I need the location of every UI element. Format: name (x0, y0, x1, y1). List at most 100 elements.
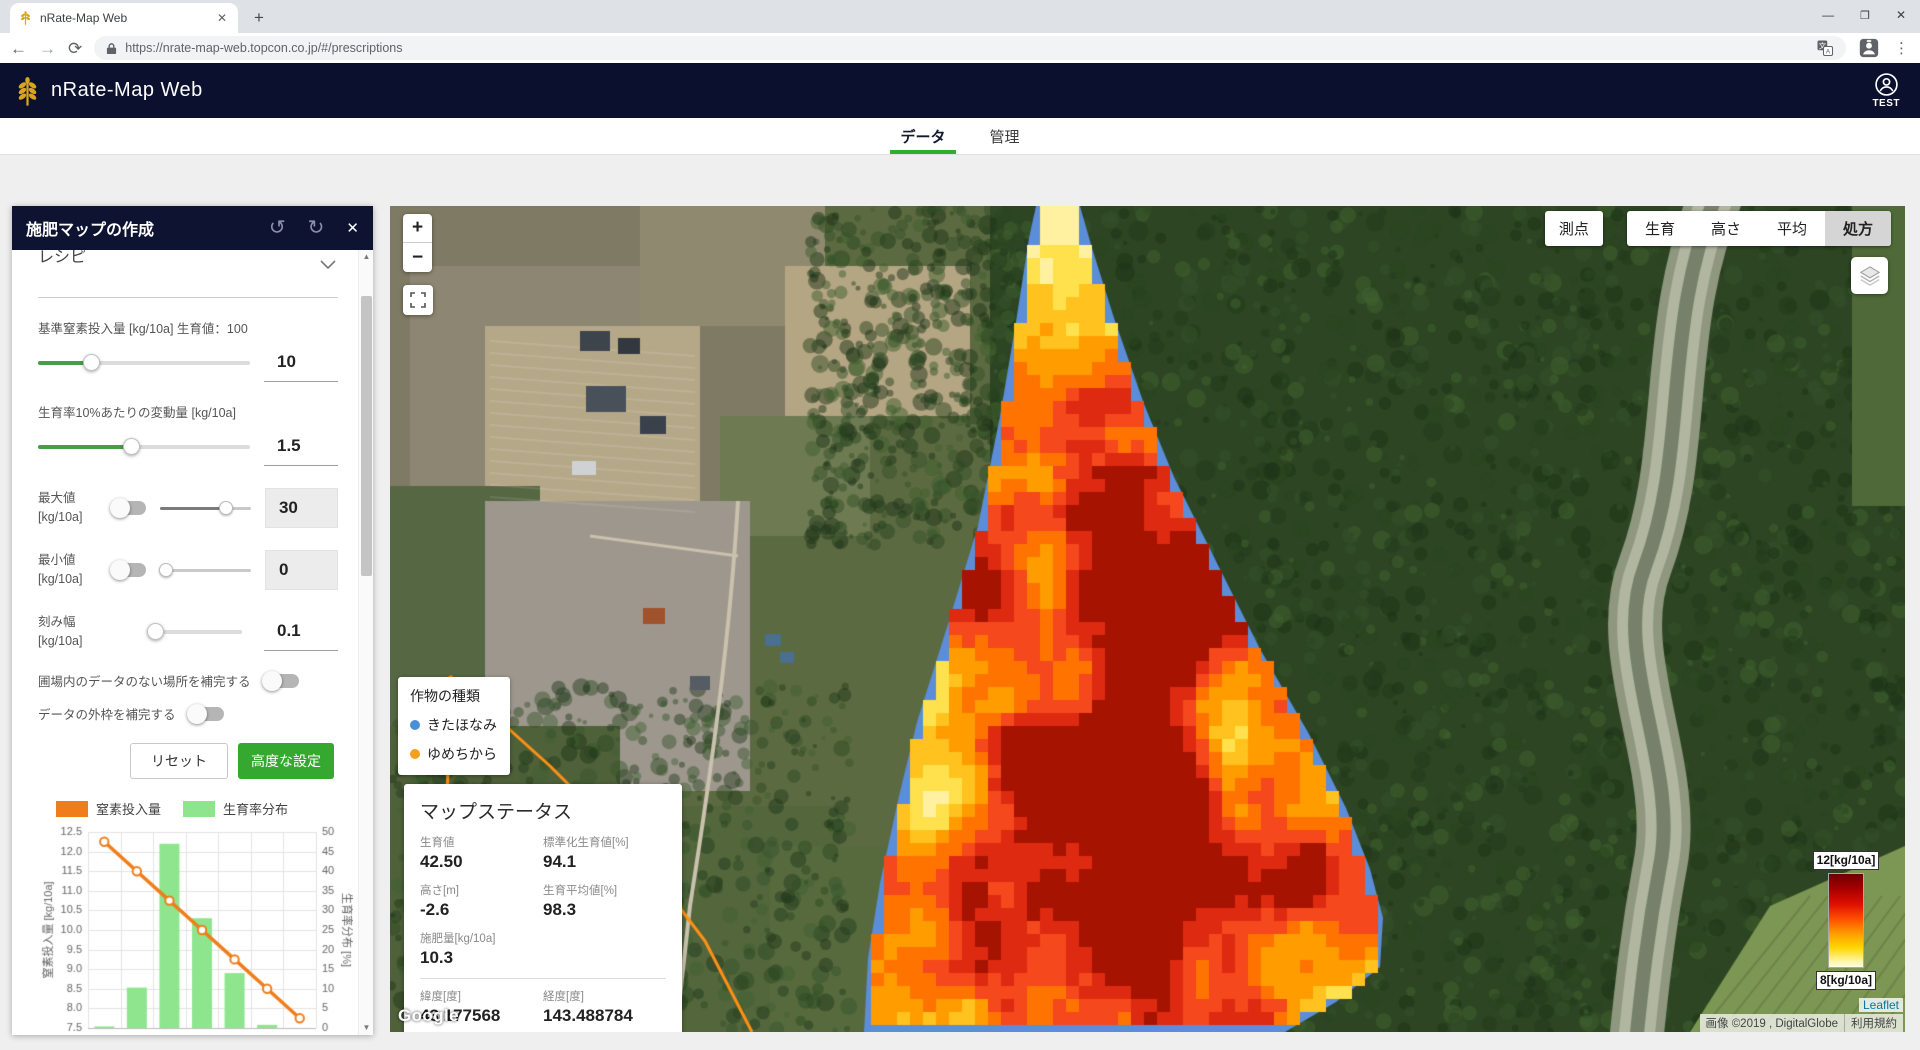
undo-icon[interactable]: ↺ (269, 218, 286, 238)
wheat-logo-icon (14, 76, 41, 106)
browser-actions: ⋮ (1858, 37, 1910, 59)
map-layer-switcher: 生育高さ平均処方 (1627, 211, 1891, 246)
scroll-down-icon[interactable]: ▼ (359, 1021, 373, 1035)
step-slider[interactable] (148, 630, 242, 634)
distribution-legend-swatch (183, 801, 215, 817)
step-value[interactable]: 0.1 (264, 612, 338, 651)
status-cell: 経度[度] 143.488784 (543, 988, 666, 1026)
panel-title: 施肥マップの作成 (26, 216, 247, 240)
crop-item-label: きたほなみ (427, 715, 497, 735)
min-label: 最小値[kg/10a] (38, 551, 99, 589)
redo-icon[interactable]: ↻ (308, 218, 325, 238)
forward-button[interactable]: → (39, 40, 56, 57)
window-controls: — ❐ ✕ (1822, 0, 1914, 30)
tab-admin[interactable]: 管理 (988, 118, 1022, 154)
status-label: 生育平均値[%] (543, 882, 666, 898)
profile-icon[interactable] (1858, 37, 1880, 59)
max-value: 30 (265, 488, 338, 528)
back-button[interactable]: ← (10, 40, 27, 57)
map-attribution: Leaflet 画像 ©2019 , DigitalGlobe 利用規約 (1700, 998, 1903, 1032)
mode-height-button[interactable]: 高さ (1693, 211, 1759, 246)
layers-button[interactable] (1851, 257, 1888, 294)
variation-value[interactable]: 1.5 (264, 427, 338, 466)
crop-item-label: ゆめちから (427, 744, 497, 764)
base-nitrogen-slider[interactable] (38, 361, 250, 365)
map-mode-bar: 測点 生育高さ平均処方 (1545, 211, 1891, 246)
variation-label: 生育率10%あたりの変動量 [kg/10a] (38, 402, 338, 421)
new-tab-button[interactable]: + (246, 5, 272, 31)
map-viewport[interactable]: + − 測点 生育高さ平均処方 作物の種類 (390, 206, 1905, 1032)
rate-colorbar: 12[kg/10a] 8[kg/10a] (1803, 851, 1889, 990)
url-text: https://nrate-map-web.topcon.co.jp/#/pre… (125, 41, 1808, 55)
max-toggle[interactable] (113, 501, 146, 515)
leaflet-link[interactable]: Leaflet (1859, 998, 1903, 1012)
status-label: 施肥量[kg/10a] (420, 930, 543, 946)
user-icon (1874, 72, 1899, 97)
status-cell: 施肥量[kg/10a]10.3 (420, 930, 543, 968)
nitrogen-legend-swatch (56, 801, 88, 817)
app-title: nRate-Map Web (51, 79, 203, 102)
colorbar-gradient (1828, 873, 1864, 968)
mode-average-button[interactable]: 平均 (1759, 211, 1825, 246)
tab-close-icon[interactable]: ✕ (214, 11, 230, 25)
zoom-out-button[interactable]: − (403, 243, 432, 272)
browser-tab-strip: nRate-Map Web ✕ + — ❐ ✕ (0, 0, 1920, 33)
status-row: 生育値42.50標準化生育値[%]94.1 (420, 834, 666, 872)
zoom-in-button[interactable]: + (403, 214, 432, 243)
crop-legend-title: 作物の種類 (410, 686, 498, 706)
panel-scrollbar[interactable]: ▲ ▼ (358, 250, 373, 1035)
address-bar[interactable]: https://nrate-map-web.topcon.co.jp/#/pre… (94, 36, 1846, 60)
panel-close-icon[interactable]: ✕ (346, 219, 359, 237)
fill-inside-toggle[interactable] (265, 674, 299, 688)
status-value: 143.488784 (543, 1006, 666, 1026)
menu-dots-icon[interactable]: ⋮ (1894, 39, 1910, 57)
app-header: nRate-Map Web TEST (0, 63, 1920, 118)
map-zoom-control: + − (403, 214, 432, 272)
terms-link[interactable]: 利用規約 (1844, 1014, 1903, 1032)
map-status-panel: マップステータス 生育値42.50標準化生育値[%]94.1高さ[m]-2.6生… (404, 784, 682, 1032)
status-cell: 高さ[m]-2.6 (420, 882, 543, 920)
window-minimize-button[interactable]: — (1822, 8, 1834, 22)
wheat-favicon (18, 11, 33, 26)
status-value: 98.3 (543, 900, 666, 920)
recipe-accordion[interactable]: レシピ (38, 250, 338, 298)
status-label: 生育値 (420, 834, 543, 850)
status-label: 標準化生育値[%] (543, 834, 666, 850)
fill-inside-label: 圃場内のデータのない場所を補完する (38, 671, 251, 690)
status-row: 高さ[m]-2.6生育平均値[%] 98.3 (420, 882, 666, 920)
fertilizer-map-panel: 施肥マップの作成 ↺ ↻ ✕ レシピ 基準窒素投入量 [kg/10a] 生育値：… (12, 206, 373, 1035)
browser-tab[interactable]: nRate-Map Web ✕ (10, 3, 238, 33)
prescription-chart (38, 820, 353, 1035)
status-label: 経度[度] (543, 988, 666, 1004)
crop-item-kitahonami: きたほなみ (410, 715, 498, 735)
status-value: -2.6 (420, 900, 543, 920)
mode-prescription-button[interactable]: 処方 (1825, 211, 1891, 246)
fullscreen-button[interactable] (403, 285, 433, 315)
tab-data[interactable]: データ (898, 118, 947, 154)
panel-body: レシピ 基準窒素投入量 [kg/10a] 生育値：100 10 生育率10%あた… (12, 250, 373, 1035)
window-maximize-button[interactable]: ❐ (1860, 9, 1870, 22)
min-slider[interactable] (160, 569, 251, 572)
user-name: TEST (1872, 98, 1900, 109)
status-cell: 標準化生育値[%]94.1 (543, 834, 666, 872)
advanced-settings-button[interactable]: 高度な設定 (238, 743, 334, 779)
step-label: 刻み幅[kg/10a] (38, 613, 100, 651)
scroll-up-icon[interactable]: ▲ (359, 250, 373, 264)
scrollbar-thumb[interactable] (361, 296, 372, 576)
reset-button[interactable]: リセット (130, 743, 228, 779)
imagery-credit: 画像 ©2019 , DigitalGlobe (1700, 1014, 1844, 1032)
reload-button[interactable]: ⟳ (68, 40, 82, 57)
max-slider[interactable] (160, 507, 251, 510)
chevron-down-icon (320, 260, 336, 270)
mode-growth-button[interactable]: 生育 (1627, 211, 1693, 246)
translate-icon[interactable]: 文 A (1816, 39, 1834, 57)
fill-outline-toggle[interactable] (190, 707, 224, 721)
user-menu[interactable]: TEST (1872, 72, 1900, 109)
min-toggle[interactable] (113, 563, 146, 577)
crop-type-legend: 作物の種類 きたほなみゆめちから (398, 677, 510, 775)
window-close-button[interactable]: ✕ (1896, 8, 1906, 22)
mode-survey-points-button[interactable]: 測点 (1545, 211, 1603, 246)
variation-slider[interactable] (38, 445, 250, 449)
crop-dot-icon (410, 749, 420, 759)
base-nitrogen-value[interactable]: 10 (264, 343, 338, 382)
